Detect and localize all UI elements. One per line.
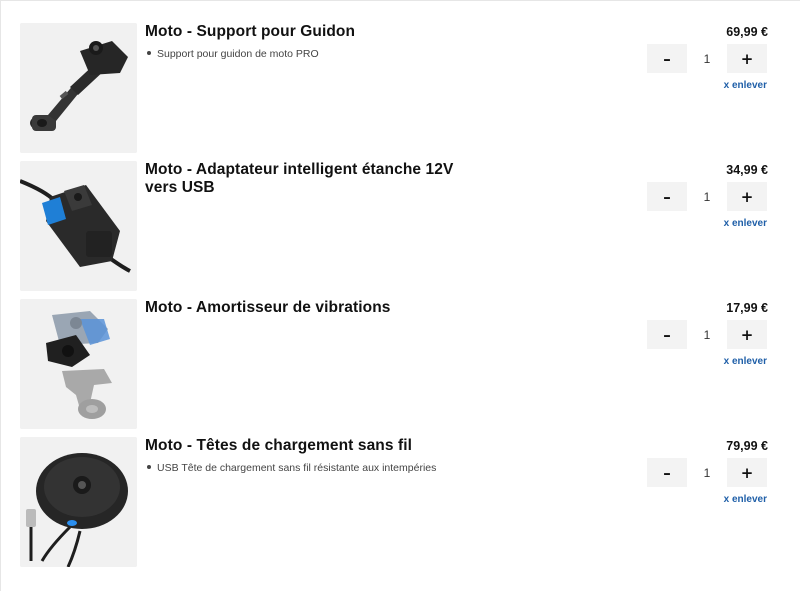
product-image[interactable] bbox=[20, 23, 137, 153]
quantity-field[interactable]: 1 bbox=[687, 182, 727, 211]
remove-link[interactable]: x enlever bbox=[724, 494, 767, 505]
product-title[interactable]: Moto - Têtes de chargement sans fil bbox=[145, 437, 465, 455]
bullet-icon bbox=[147, 465, 151, 470]
quantity-field[interactable]: 1 bbox=[687, 44, 727, 73]
remove-link[interactable]: x enlever bbox=[724, 218, 767, 229]
decrement-button[interactable]: – bbox=[647, 320, 687, 349]
quantity-stepper: – 1 + bbox=[647, 44, 767, 73]
quantity-stepper: – 1 + bbox=[647, 320, 767, 349]
quantity-stepper: – 1 + bbox=[647, 182, 767, 211]
cart-item: Moto - Amortisseur de vibrations 17,99 €… bbox=[20, 299, 780, 429]
wireless-charging-head-product-image bbox=[20, 437, 137, 567]
usb-adapter-product-image bbox=[20, 161, 137, 291]
product-title[interactable]: Moto - Support pour Guidon bbox=[145, 23, 465, 41]
product-title[interactable]: Moto - Adaptateur intelligent étanche 12… bbox=[145, 161, 465, 197]
cart-item: Moto - Support pour Guidon Support pour … bbox=[20, 23, 780, 153]
product-price: 69,99 € bbox=[726, 25, 768, 39]
product-description-text: USB Tête de chargement sans fil résistan… bbox=[157, 462, 437, 474]
remove-link[interactable]: x enlever bbox=[724, 356, 767, 367]
quantity-field[interactable]: 1 bbox=[687, 458, 727, 487]
decrement-button[interactable]: – bbox=[647, 44, 687, 73]
product-price: 79,99 € bbox=[726, 439, 768, 453]
product-price: 17,99 € bbox=[726, 301, 768, 315]
decrement-button[interactable]: – bbox=[647, 182, 687, 211]
increment-button[interactable]: + bbox=[727, 320, 767, 349]
product-price: 34,99 € bbox=[726, 163, 768, 177]
product-title[interactable]: Moto - Amortisseur de vibrations bbox=[145, 299, 465, 317]
product-description: Support pour guidon de moto PRO bbox=[147, 47, 319, 61]
cart-item: Moto - Têtes de chargement sans fil USB … bbox=[20, 437, 780, 567]
increment-button[interactable]: + bbox=[727, 458, 767, 487]
quantity-stepper: – 1 + bbox=[647, 458, 767, 487]
cart-item: Moto - Adaptateur intelligent étanche 12… bbox=[20, 161, 780, 291]
product-description: USB Tête de chargement sans fil résistan… bbox=[147, 461, 436, 475]
cart-items-panel: Moto - Support pour Guidon Support pour … bbox=[0, 0, 800, 591]
bullet-icon bbox=[147, 51, 151, 56]
handlebar-mount-product-image bbox=[20, 23, 137, 153]
quantity-field[interactable]: 1 bbox=[687, 320, 727, 349]
increment-button[interactable]: + bbox=[727, 44, 767, 73]
increment-button[interactable]: + bbox=[727, 182, 767, 211]
decrement-button[interactable]: – bbox=[647, 458, 687, 487]
vibration-dampener-product-image bbox=[20, 299, 137, 429]
product-description-text: Support pour guidon de moto PRO bbox=[157, 48, 319, 60]
product-image[interactable] bbox=[20, 161, 137, 291]
product-image[interactable] bbox=[20, 437, 137, 567]
product-image[interactable] bbox=[20, 299, 137, 429]
remove-link[interactable]: x enlever bbox=[724, 80, 767, 91]
